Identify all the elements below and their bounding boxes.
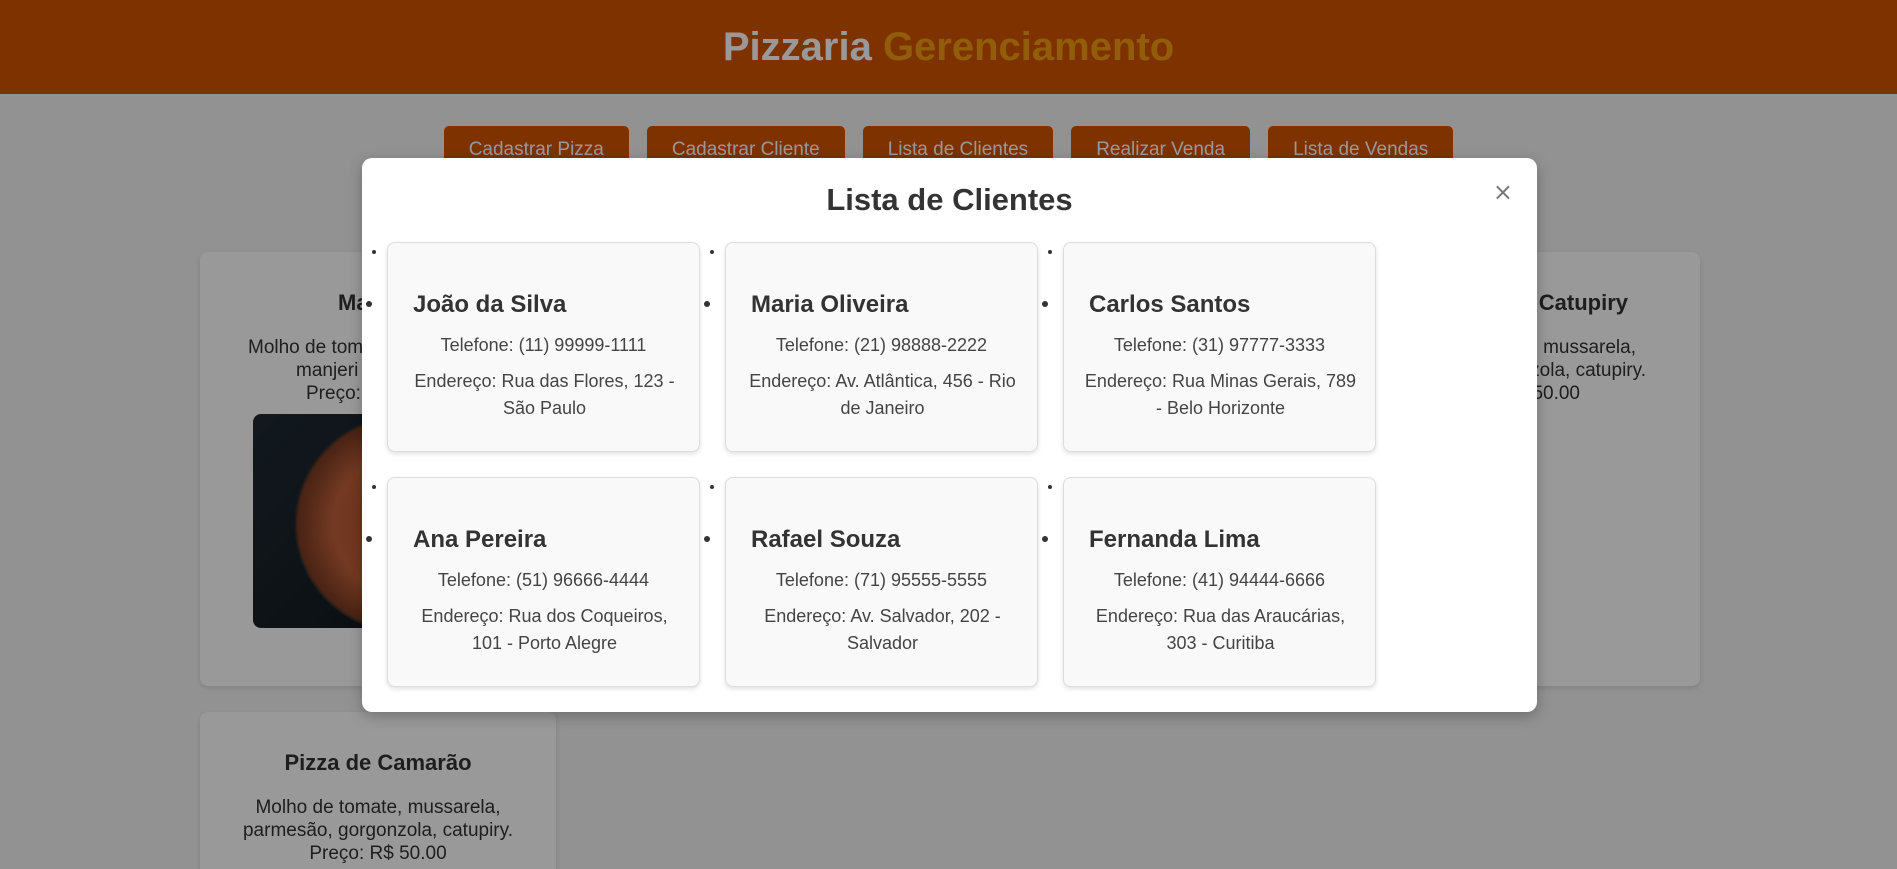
client-card: Ana Pereira Telefone: (51) 96666-4444 En…: [366, 477, 700, 687]
client-card: Rafael Souza Telefone: (71) 95555-5555 E…: [704, 477, 1038, 687]
client-name: João da Silva: [413, 291, 567, 318]
client-name: Fernanda Lima: [1089, 526, 1260, 553]
close-icon[interactable]: ×: [1493, 180, 1513, 204]
bullet-icon: [1042, 536, 1048, 542]
client-phone: Telefone: (71) 95555-5555: [775, 570, 988, 590]
client-phone: Telefone: (41) 94444-6666: [1113, 570, 1326, 590]
client-phone: Telefone: (21) 98888-2222: [775, 335, 988, 355]
client-card: Carlos Santos Telefone: (31) 97777-3333 …: [1042, 242, 1376, 452]
bullet-icon: [704, 536, 710, 542]
client-card: Maria Oliveira Telefone: (21) 98888-2222…: [704, 242, 1038, 452]
client-address: Endereço: Rua das Flores, 123 - São Paul…: [414, 371, 675, 418]
client-card: Fernanda Lima Telefone: (41) 94444-6666 …: [1042, 477, 1376, 687]
client-name: Carlos Santos: [1089, 291, 1251, 318]
bullet-icon: [366, 536, 372, 542]
client-address: Endereço: Rua dos Coqueiros, 101 - Porto…: [421, 606, 668, 653]
bullet-icon: [704, 301, 710, 307]
client-address: Endereço: Rua Minas Gerais, 789 - Belo H…: [1084, 371, 1357, 418]
client-phone: Telefone: (31) 97777-3333: [1113, 335, 1326, 355]
bullet-icon: [1042, 301, 1048, 307]
clients-modal: Lista de Clientes × João da Silva Telefo…: [362, 158, 1537, 712]
client-phone: Telefone: (51) 96666-4444: [437, 570, 650, 590]
client-address: Endereço: Av. Atlântica, 456 - Rio de Ja…: [749, 371, 1016, 418]
client-name: Rafael Souza: [751, 526, 901, 553]
modal-title: Lista de Clientes: [826, 182, 1073, 217]
client-list: João da Silva Telefone: (11) 99999-1111 …: [366, 242, 1376, 687]
client-address: Endereço: Av. Salvador, 202 - Salvador: [764, 606, 1001, 653]
client-phone: Telefone: (11) 99999-1111: [440, 335, 647, 355]
client-name: Maria Oliveira: [751, 291, 909, 318]
client-card: João da Silva Telefone: (11) 99999-1111 …: [366, 242, 700, 452]
client-name: Ana Pereira: [413, 526, 547, 553]
client-address: Endereço: Rua das Araucárias, 303 - Curi…: [1095, 606, 1346, 653]
bullet-icon: [366, 301, 372, 307]
